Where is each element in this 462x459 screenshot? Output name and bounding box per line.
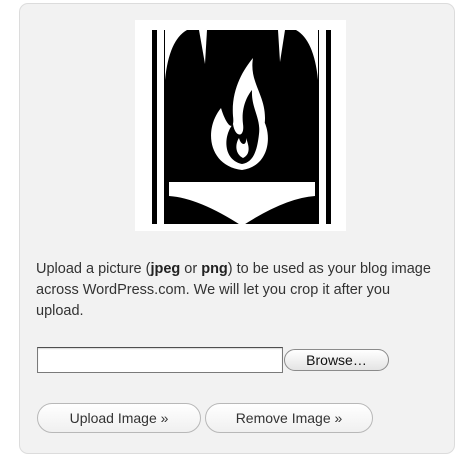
blog-image-panel: Upload a picture (jpeg or png) to be use… [19, 3, 455, 454]
blog-image-preview [135, 20, 346, 231]
browse-button[interactable]: Browse… [284, 349, 389, 371]
format-png: png [201, 261, 228, 277]
description-text-2: or [180, 261, 202, 277]
format-jpeg: jpeg [150, 261, 181, 277]
remove-image-button[interactable]: Remove Image » [205, 403, 373, 433]
upload-image-button[interactable]: Upload Image » [37, 403, 201, 433]
upload-description: Upload a picture (jpeg or png) to be use… [36, 259, 441, 322]
torch-flame-logo-icon [152, 30, 331, 226]
file-path-field[interactable] [37, 347, 283, 373]
description-text-1: Upload a picture ( [36, 261, 151, 277]
